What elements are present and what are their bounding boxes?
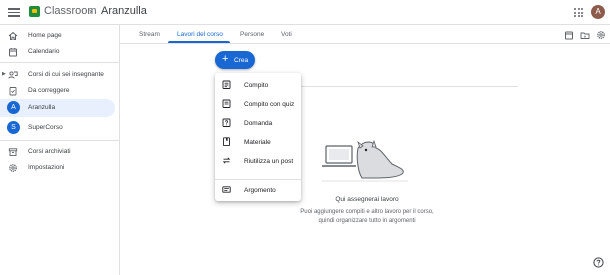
content-divider [300, 86, 518, 87]
sidebar-divider [0, 140, 120, 141]
class-name[interactable]: Aranzulla [101, 5, 147, 17]
menu-item-label: Compito con quiz [244, 100, 295, 108]
menu-item-label: Argomento [244, 186, 276, 194]
menu-item-label: Compito [244, 81, 269, 89]
menu-item-material[interactable]: Materiale [215, 133, 301, 151]
sidebar-divider [0, 62, 120, 63]
sidebar-item-label: SuperCorso [28, 124, 63, 131]
home-icon [8, 31, 18, 40]
plus-icon: + [222, 53, 229, 65]
menu-item-assignment[interactable]: Compito [215, 76, 301, 94]
sidebar-item-calendar[interactable]: Calendario [0, 43, 115, 61]
empty-state-title: Qui assegnerai lavoro [335, 196, 399, 203]
settings-icon [9, 164, 17, 172]
drive-folder-icon[interactable] [580, 30, 590, 40]
to-review-icon [9, 87, 17, 96]
calendar-icon [9, 48, 17, 57]
top-bar: Classroom › Aranzulla A [0, 0, 610, 25]
tab-grades[interactable]: Voti [281, 31, 292, 38]
empty-state-description: Puoi aggiungere compiti e altro lavoro p… [300, 209, 434, 224]
tab-classwork[interactable]: Lavori del corso [177, 31, 223, 38]
calendar-icon[interactable] [564, 30, 574, 40]
sidebar-item-to-review[interactable]: Da correggere [0, 82, 115, 100]
menu-item-question[interactable]: Domanda [215, 114, 301, 132]
sidebar-item-aranzulla[interactable]: A Aranzulla [0, 99, 115, 117]
menu-item-topic[interactable]: Argomento [215, 181, 301, 199]
menu-item-reuse-post[interactable]: Riutilizza un post [215, 152, 301, 170]
classroom-logo-icon[interactable] [29, 6, 40, 17]
sidebar-item-label: Corsi di cui sei insegnante [28, 71, 104, 78]
question-icon [222, 118, 231, 127]
sidebar-item-label: Corsi archiviati [28, 148, 71, 155]
sidebar-item-supercorso[interactable]: S SuperCorso [0, 119, 115, 137]
sidebar-item-label: Da correggere [28, 87, 70, 94]
tab-people[interactable]: Persone [240, 31, 264, 38]
menu-item-quiz-assignment[interactable]: Compito con quiz [215, 95, 301, 113]
tab-stream[interactable]: Stream [139, 31, 160, 38]
reuse-icon [222, 157, 231, 164]
teaching-icon [8, 71, 18, 79]
class-avatar: S [7, 121, 20, 134]
topic-icon [222, 186, 231, 193]
material-icon [223, 137, 230, 146]
assignment-icon [222, 80, 231, 89]
help-icon[interactable] [593, 257, 604, 268]
menu-item-label: Domanda [244, 119, 273, 127]
archive-icon [8, 148, 18, 157]
sidebar-item-label: Aranzulla [28, 104, 56, 111]
menu-divider [215, 179, 301, 180]
sidebar-item-label: Home page [28, 32, 62, 39]
sidebar-item-label: Calendario [28, 48, 60, 55]
apps-grid-icon[interactable] [574, 8, 583, 17]
quiz-assignment-icon [222, 99, 231, 108]
settings-icon[interactable] [596, 30, 606, 40]
menu-item-label: Materiale [244, 138, 271, 146]
sidebar-item-settings[interactable]: Impostazioni [0, 159, 115, 177]
main-menu-icon[interactable] [8, 6, 20, 18]
tabs-divider [120, 43, 610, 44]
breadcrumb-chevron-icon: › [89, 6, 92, 16]
expand-arrow-icon[interactable]: ▶ [2, 71, 6, 77]
menu-item-label: Riutilizza un post [244, 157, 294, 165]
class-avatar: A [7, 101, 20, 114]
empty-state-illustration [322, 139, 408, 182]
create-menu: Compito Compito con quiz Domanda Materia… [215, 73, 301, 201]
account-avatar[interactable]: A [591, 5, 605, 19]
create-button[interactable]: + Crea [215, 51, 255, 69]
sidebar-item-label: Impostazioni [28, 164, 65, 171]
create-button-label: Crea [234, 56, 249, 64]
